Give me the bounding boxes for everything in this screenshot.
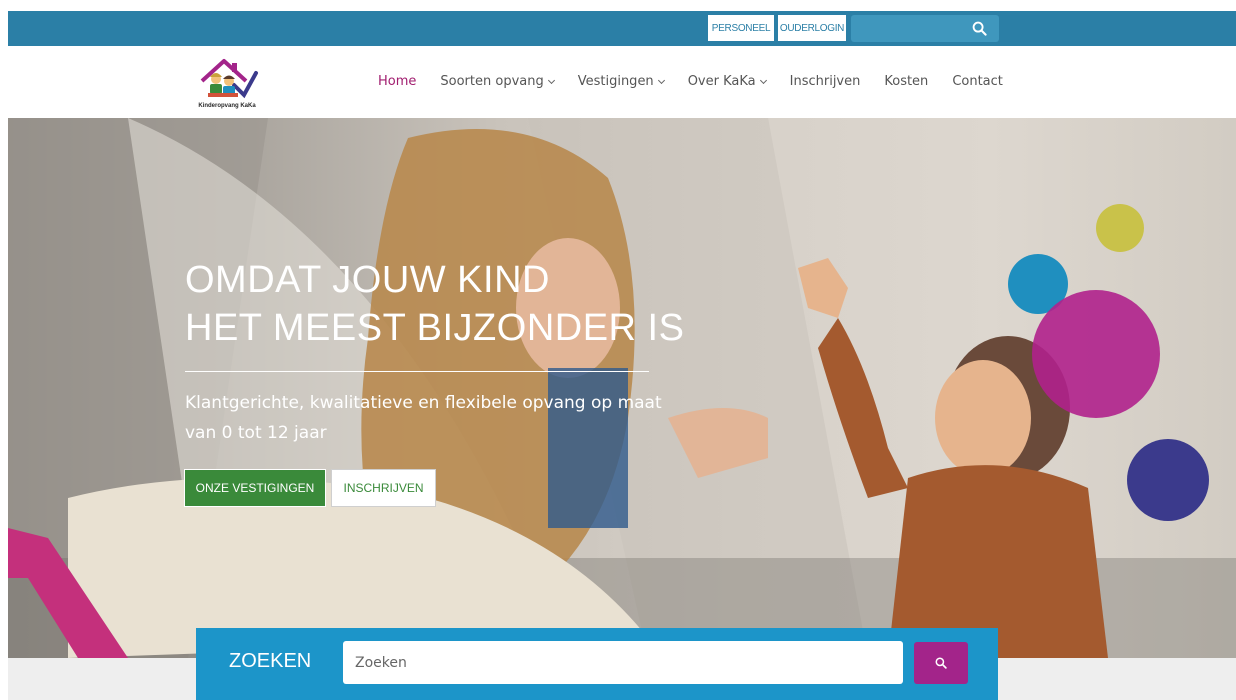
nav-item-label: Soorten opvang xyxy=(440,74,544,89)
search-icon[interactable] xyxy=(972,21,987,36)
site-logo[interactable]: Kinderopvang KaKa xyxy=(194,55,260,111)
nav-item-over-kaka[interactable]: Over KaKa xyxy=(687,74,767,89)
chevron-down-icon xyxy=(547,76,555,84)
search-panel: ZOEKEN xyxy=(196,628,998,700)
logo-house-icon xyxy=(200,59,258,99)
nav-item-label: Inschrijven xyxy=(789,74,861,89)
nav-item-label: Contact xyxy=(952,74,1003,89)
main-navbar: Kinderopvang KaKa Home Soorten opvang Ve… xyxy=(8,46,1236,118)
hero-subtitle: Klantgerichte, kwalitatieve en flexibele… xyxy=(185,393,662,443)
inschrijven-button[interactable]: INSCHRIJVEN xyxy=(331,469,436,507)
search-button[interactable] xyxy=(914,642,968,684)
ouderlogin-button[interactable]: OUDERLOGIN xyxy=(778,15,846,41)
nav-item-home[interactable]: Home xyxy=(378,74,416,89)
nav-item-label: Over KaKa xyxy=(687,74,756,89)
nav-item-soorten-opvang[interactable]: Soorten opvang xyxy=(440,74,555,89)
search-icon xyxy=(935,657,947,669)
chevron-down-icon xyxy=(657,76,665,84)
hero-divider xyxy=(185,371,649,372)
nav-item-kosten[interactable]: Kosten xyxy=(884,74,928,89)
search-input[interactable] xyxy=(343,641,903,684)
personeel-button[interactable]: PERSONEEL xyxy=(708,15,774,41)
search-panel-label: ZOEKEN xyxy=(229,650,312,672)
hero-title: OMDAT JOUW KIND HET MEEST BIJZONDER IS xyxy=(185,256,684,352)
nav-item-inschrijven[interactable]: Inschrijven xyxy=(790,74,861,89)
logo-text: Kinderopvang KaKa xyxy=(198,103,256,109)
main-nav: Home Soorten opvang Vestigingen Over KaK… xyxy=(378,74,1027,89)
nav-item-label: Kosten xyxy=(884,74,929,89)
hero-banner: OMDAT JOUW KIND HET MEEST BIJZONDER IS K… xyxy=(8,118,1236,658)
hero-title-line: HET MEEST BIJZONDER IS xyxy=(185,307,685,349)
hero-title-line: OMDAT JOUW KIND xyxy=(185,259,550,301)
onze-vestigingen-button[interactable]: ONZE VESTIGINGEN xyxy=(184,469,326,507)
nav-item-label: Vestigingen xyxy=(577,74,654,89)
decor-circle xyxy=(1032,290,1160,418)
nav-item-contact[interactable]: Contact xyxy=(952,74,1003,89)
decor-circle xyxy=(1127,439,1209,521)
nav-item-vestigingen[interactable]: Vestigingen xyxy=(577,74,665,89)
top-utility-bar: PERSONEEL OUDERLOGIN xyxy=(8,11,1236,46)
nav-item-label: Home xyxy=(378,74,417,89)
decor-circle xyxy=(1096,204,1144,252)
top-search-field[interactable] xyxy=(851,15,999,42)
chevron-down-icon xyxy=(759,76,767,84)
